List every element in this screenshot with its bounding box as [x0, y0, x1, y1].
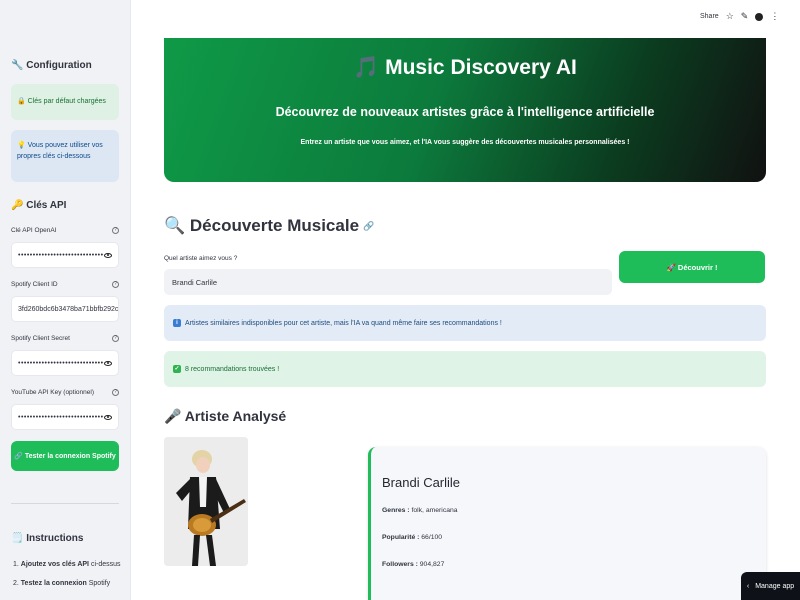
divider — [11, 503, 119, 504]
help-icon[interactable]: ? — [112, 227, 119, 234]
app-title: 🎵 Music Discovery AI — [353, 56, 577, 79]
spotify-secret-input[interactable]: ••••••••••••••••••••••••••••••••••••••••… — [11, 350, 119, 376]
info-icon: i — [173, 319, 181, 327]
config-title: 🔧 Configuration — [11, 60, 92, 71]
instructions-title: 🗒️ Instructions — [11, 533, 84, 544]
instruction-number: 2. — [13, 580, 19, 587]
discover-button[interactable]: 🚀 Découvrir ! — [619, 251, 765, 283]
popularity-label: Popularité : — [382, 534, 420, 541]
test-spotify-button[interactable]: 🔗 Tester la connexion Spotify — [11, 441, 119, 471]
youtube-key-label: YouTube API Key (optionnel) — [11, 389, 94, 396]
artist-genres: Genres : folk, americana — [382, 507, 458, 514]
more-menu-icon[interactable]: ⋮ — [770, 12, 779, 21]
instruction-bold: Testez la connexion — [20, 580, 87, 587]
artist-popularity: Popularité : 66/100 — [382, 534, 442, 541]
show-password-icon[interactable] — [104, 252, 112, 258]
app-description: Entrez un artiste que vous aimez, et l'I… — [300, 139, 630, 146]
genres-label: Genres : — [382, 507, 410, 514]
check-icon: ✓ — [173, 365, 181, 373]
info-message: Artistes similaires indisponibles pour c… — [185, 319, 502, 327]
artist-name: Brandi Carlile — [382, 475, 461, 490]
github-icon[interactable] — [755, 12, 764, 21]
share-button[interactable]: Share — [700, 13, 719, 20]
discovery-heading: 🔍 Découverte Musicale 🔗 — [164, 216, 374, 236]
discovery-title: 🔍 Découverte Musicale — [164, 216, 360, 235]
spotify-id-value: 3fd260bdc6b3478ba71bbfb292cd13 — [18, 305, 119, 313]
manage-app-button[interactable]: ‹ Manage app — [741, 572, 800, 600]
spotify-id-label: Spotify Client ID — [11, 281, 58, 288]
spotify-id-input[interactable]: 3fd260bdc6b3478ba71bbfb292cd13 — [11, 296, 119, 322]
chevron-left-icon: ‹ — [746, 582, 750, 590]
followers-label: Followers : — [382, 561, 418, 568]
success-message: 8 recommandations trouvées ! — [185, 365, 280, 373]
app-subtitle: Découvrez de nouveaux artistes grâce à l… — [275, 105, 655, 119]
help-icon[interactable]: ? — [112, 389, 119, 396]
followers-value: 904,827 — [417, 561, 445, 568]
help-icon[interactable]: ? — [112, 281, 119, 288]
instruction-number: 1. — [13, 561, 19, 568]
manage-app-label: Manage app — [755, 582, 795, 590]
sidebar: 🔧 Configuration 🔒 Clés par défaut chargé… — [0, 0, 131, 600]
instruction-item: 2. Testez la connexion Spotify — [13, 580, 110, 587]
anchor-link-icon[interactable]: 🔗 — [363, 221, 374, 232]
artist-photo — [164, 437, 248, 566]
spotify-secret-value: ••••••••••••••••••••••••••••••••••••••••… — [18, 359, 104, 367]
artist-input[interactable]: Brandi Carlile — [164, 269, 612, 295]
default-keys-alert: 🔒 Clés par défaut chargées — [11, 84, 119, 120]
info-alert: i Artistes similaires indisponibles pour… — [164, 305, 766, 341]
popularity-value: 66/100 — [419, 534, 443, 541]
genres-value: folk, americana — [409, 507, 458, 514]
openai-key-label: Clé API OpenAI — [11, 227, 57, 234]
openai-key-value: ••••••••••••••••••••••••••••••••••••••••… — [18, 251, 104, 259]
artist-input-value: Brandi Carlile — [172, 277, 218, 287]
instruction-text: ci-dessus — [89, 561, 121, 568]
youtube-key-value: ••••••••••••••••••••••••••••••••••••••••… — [18, 413, 104, 421]
artist-followers: Followers : 904,827 — [382, 561, 444, 568]
star-icon[interactable]: ☆ — [726, 12, 734, 21]
artist-question-label: Quel artiste aimez vous ? — [164, 255, 238, 262]
show-password-icon[interactable] — [104, 360, 112, 366]
analyzed-artist-title: 🎤 Artiste Analysé — [164, 408, 287, 424]
instruction-text: Spotify — [86, 580, 111, 587]
artist-info-card: Brandi Carlile Genres : folk, americana … — [368, 447, 766, 600]
hero-banner: 🎵 Music Discovery AI Découvrez de nouvea… — [164, 38, 766, 182]
youtube-key-input[interactable]: ••••••••••••••••••••••••••••••••••••••••… — [11, 404, 119, 430]
top-toolbar: Share ☆ ✎ ⋮ — [700, 12, 779, 21]
show-password-icon[interactable] — [104, 414, 112, 420]
instruction-bold: Ajoutez vos clés API — [20, 561, 90, 568]
edit-icon[interactable]: ✎ — [741, 12, 749, 21]
api-keys-title: 🔑 Clés API — [11, 200, 67, 211]
help-icon[interactable]: ? — [112, 335, 119, 342]
spotify-secret-label: Spotify Client Secret — [11, 335, 70, 342]
openai-key-input[interactable]: ••••••••••••••••••••••••••••••••••••••••… — [11, 242, 119, 268]
instruction-item: 1. Ajoutez vos clés API ci-dessus — [13, 561, 121, 568]
custom-keys-info: 💡 Vous pouvez utiliser vos propres clés … — [11, 130, 119, 182]
success-alert: ✓ 8 recommandations trouvées ! — [164, 351, 766, 387]
